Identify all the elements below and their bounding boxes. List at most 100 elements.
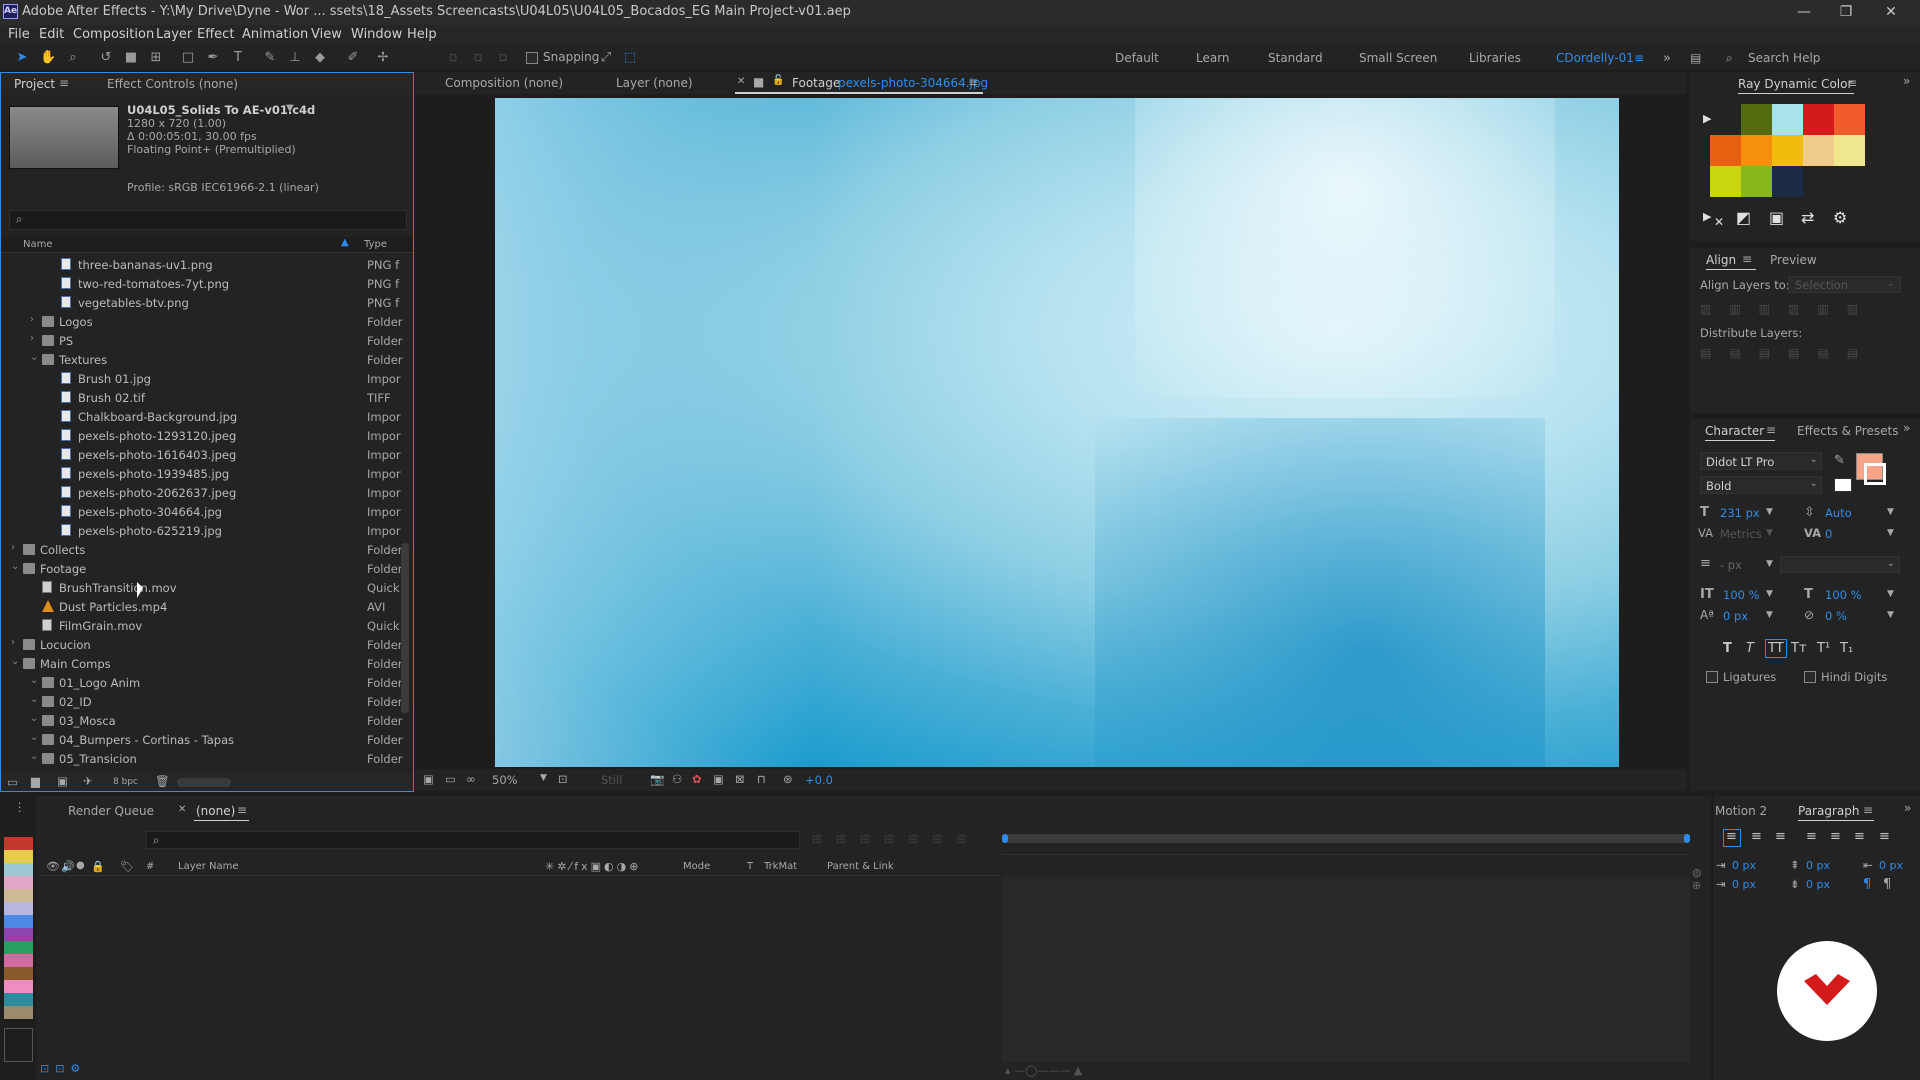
snapping-checkbox[interactable] [526,52,538,64]
list-item[interactable]: vegetables-btv.png PNG f [1,293,409,312]
selection-tool-icon[interactable]: ➤ [14,50,30,66]
label-color-grid-icon[interactable] [4,1028,33,1062]
menu-animation[interactable]: Animation [242,27,308,42]
eraser-tool-icon[interactable]: ◆ [312,50,328,66]
list-item[interactable]: ⌄ 04_Bumpers - Cortinas - Tapas Folder [1,730,409,749]
list-item[interactable]: pexels-photo-1939485.jpg Impor [1,464,409,483]
kerning-value[interactable]: Metrics [1720,527,1762,541]
chevron-right-icon[interactable]: › [30,314,34,325]
justify-right-icon[interactable]: ≡ [1854,829,1865,844]
delete-icon[interactable]: 🗑 [155,774,170,788]
transparency-grid-icon[interactable]: ⊠ [735,772,745,786]
fit-icon[interactable]: ⊡ [558,772,568,786]
footage-menu-icon[interactable]: ≡ [968,75,978,89]
close-footage-tab-icon[interactable]: ✕ [737,76,745,87]
timeline-footer-icons[interactable]: ⊡⊡⚙ [40,1062,100,1078]
close-timeline-tab-icon[interactable]: ✕ [178,804,186,815]
font-family-dropdown[interactable]: Didot LT Pro ⌄ [1700,452,1822,470]
justify-left-icon[interactable]: ≡ [1806,829,1817,844]
align-center-icon[interactable]: ≡ [1751,829,1762,844]
list-item[interactable]: FilmGrain.mov Quick [1,616,409,635]
small-caps-icon[interactable]: Tт [1791,641,1807,656]
color-swatch[interactable] [1741,104,1772,135]
all-caps-icon[interactable]: TT [1768,641,1784,656]
tab-footage-name[interactable]: pexels-photo-304664.jpg [838,76,988,90]
3d-glasses-icon[interactable]: ∞ [466,772,476,786]
interpret-footage-icon[interactable]: ▭ [7,775,18,789]
work-area-end-handle[interactable] [1684,834,1690,843]
brush-tool-icon[interactable]: ✎ [262,50,278,66]
menu-file[interactable]: File [8,27,30,42]
time-ruler[interactable] [1002,854,1690,855]
list-item[interactable]: pexels-photo-1293120.jpeg Impor [1,426,409,445]
column-name-header[interactable]: Name [23,239,53,250]
horizontal-scale-value[interactable]: 100 % [1825,588,1862,602]
chevron-right-icon[interactable]: › [11,637,15,648]
list-item[interactable]: ⌄ Main Comps Folder [1,654,409,673]
project-scrollbar[interactable] [401,543,409,713]
expand-palette-icon[interactable]: ▶ [1703,112,1711,125]
camera-tool-icon[interactable]: ■ [123,50,139,66]
menu-effect[interactable]: Effect [197,27,234,42]
label-color-swatch[interactable] [4,902,33,915]
rectangle-tool-icon[interactable]: □ [180,50,196,66]
list-item[interactable]: Dust Particles.mp4 AVI [1,597,409,616]
timeline-menu-icon[interactable]: ≡ [237,803,247,817]
menu-edit[interactable]: Edit [39,27,64,42]
chevron-down-icon[interactable]: ⌄ [30,713,38,724]
tab-project[interactable]: Project [14,77,55,91]
faux-italic-icon[interactable]: T [1746,641,1754,656]
horizontal-scale-chevron-icon[interactable]: ▼ [1887,589,1894,599]
stroke-icon[interactable]: ▣ [1769,208,1784,227]
flowchart-icon[interactable]: ✈ [83,774,93,788]
menu-view[interactable]: View [311,27,342,42]
ligatures-checkbox[interactable] [1706,671,1718,683]
settings-gear-icon[interactable]: ⚙ [1833,208,1847,227]
pan-behind-tool-icon[interactable]: ⊞ [148,50,164,66]
list-item[interactable]: ⌄ 01_Logo Anim Folder [1,673,409,692]
label-tag-icon[interactable]: 🏷 [120,860,134,873]
list-item[interactable]: ⌄ 03_Mosca Folder [1,711,409,730]
local-axis-icon[interactable]: ▫ [445,50,461,66]
space-before-value[interactable]: 0 px [1806,859,1830,872]
chevron-down-icon[interactable]: ⌄ [11,656,19,667]
list-item[interactable]: ⌄ Footage Folder [1,559,409,578]
strip-menu-icon[interactable]: ⋮ [14,800,26,814]
list-item[interactable]: BrushTransition.mov Quick [1,578,409,597]
puppet-pin-tool-icon[interactable]: ✢ [375,50,391,66]
hand-tool-icon[interactable]: ✋ [40,50,56,66]
workspace-default[interactable]: Default [1115,51,1159,65]
panel-overflow-icon[interactable]: » [1903,74,1910,88]
monitor-icon[interactable]: ▭ [445,772,456,786]
world-axis-icon[interactable]: ▫ [470,50,486,66]
project-search-input[interactable]: ⌕ [9,210,407,230]
list-item[interactable]: pexels-photo-1616403.jpeg Impor [1,445,409,464]
subscript-icon[interactable]: T₁ [1840,641,1853,656]
region-of-interest-icon[interactable]: ▣ [713,772,724,786]
view-axis-icon[interactable]: ▫ [495,50,511,66]
label-color-swatch[interactable] [4,915,33,928]
first-line-indent-value[interactable]: 0 px [1732,878,1756,891]
list-item[interactable]: › PS Folder [1,331,409,350]
chevron-down-icon[interactable]: ⌄ [30,732,38,743]
list-item[interactable]: › Logos Folder [1,312,409,331]
space-after-value[interactable]: 0 px [1806,878,1830,891]
color-swatch[interactable] [1710,166,1741,197]
justify-center-icon[interactable]: ≡ [1830,829,1841,844]
lock-toggle-icon[interactable]: ■ [753,75,764,89]
timeline-side-controls[interactable]: ◍ ⊕ [1692,866,1708,906]
color-swatch[interactable] [1710,135,1741,166]
tab-align[interactable]: Align [1706,253,1736,267]
chevron-down-icon[interactable]: ⌄ [30,675,38,686]
tab-effect-controls[interactable]: Effect Controls (none) [107,77,238,91]
align-left-icon[interactable]: ≡ [1726,829,1737,844]
color-swatch[interactable] [1741,135,1772,166]
always-preview-icon[interactable]: ▣ [423,772,434,786]
stroke-type-dropdown[interactable]: ⌄ [1780,556,1900,573]
workspace-learn[interactable]: Learn [1196,51,1230,65]
faux-bold-icon[interactable]: T [1723,641,1732,656]
list-item[interactable]: ⌄ 05_Transicion Folder [1,749,409,768]
lock-icon[interactable]: 🔓 [772,75,784,86]
baseline-shift-chevron-icon[interactable]: ▼ [1766,610,1773,620]
font-style-dropdown[interactable]: Bold ⌄ [1700,476,1822,494]
